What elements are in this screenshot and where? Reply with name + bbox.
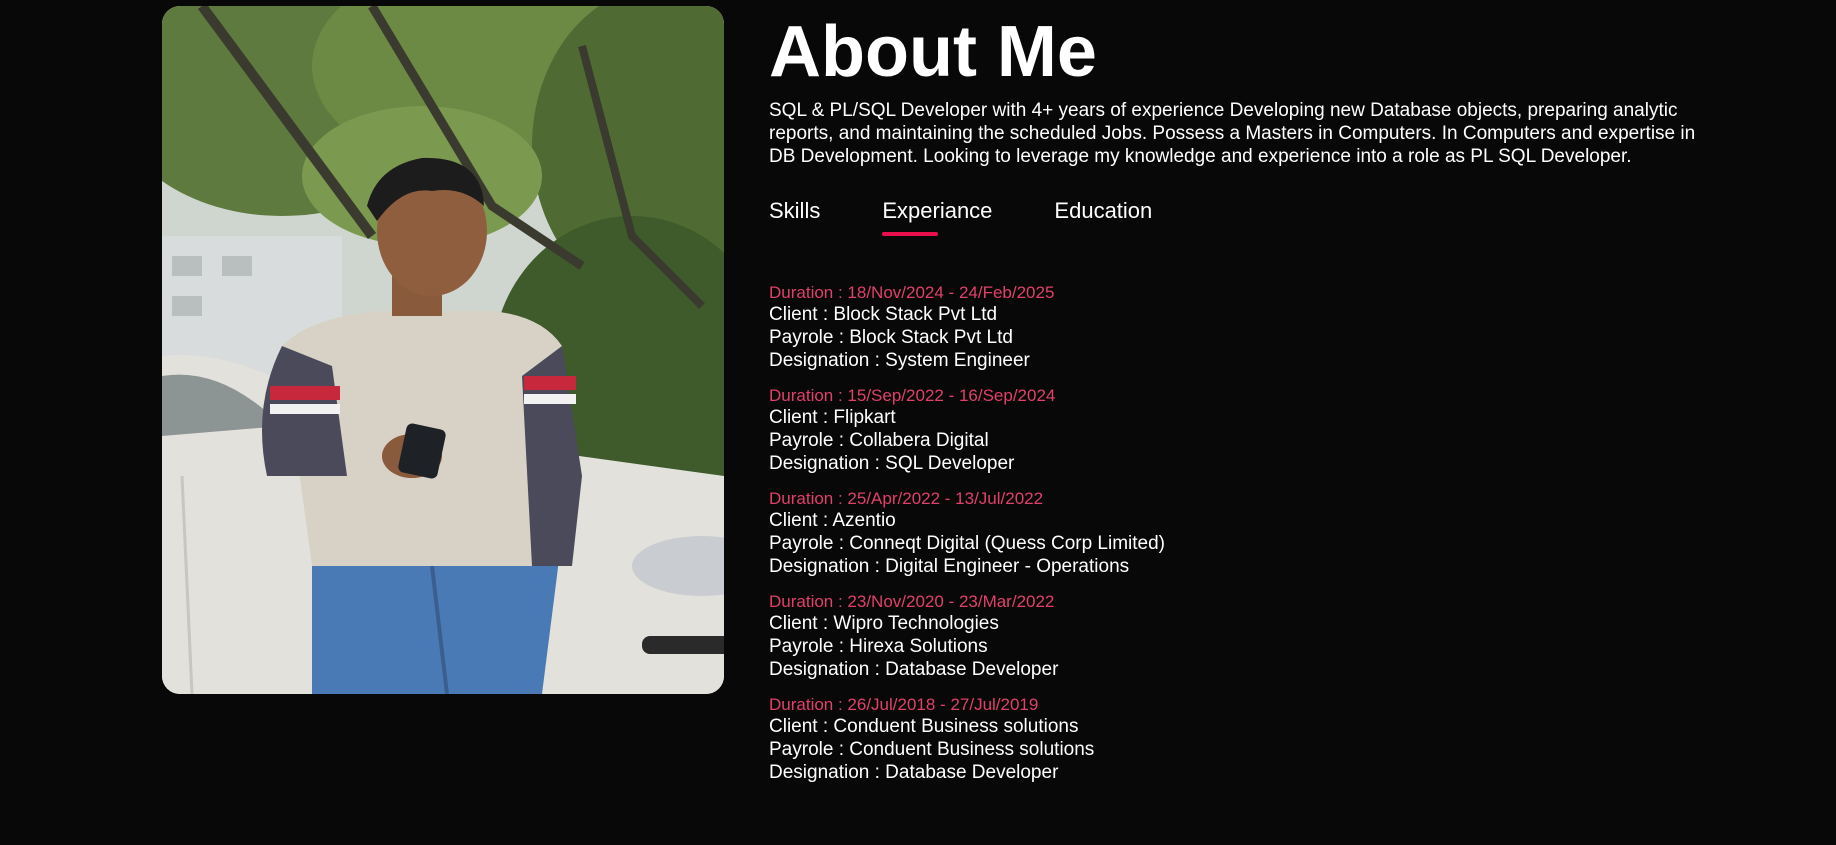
experience-duration: Duration : 18/Nov/2024 - 24/Feb/2025 bbox=[769, 283, 1055, 302]
experience-payrole: Payrole : Conduent Business solutions bbox=[769, 739, 1095, 760]
tab-experiance[interactable]: Experiance bbox=[882, 198, 992, 236]
tab-education[interactable]: Education bbox=[1054, 198, 1152, 234]
experience-item: Duration : 26/Jul/2018 - 27/Jul/2019 Cli… bbox=[769, 694, 1709, 784]
experience-designation: Designation : Digital Engineer - Operati… bbox=[769, 556, 1130, 577]
experience-client: Client : Conduent Business solutions bbox=[769, 716, 1079, 737]
experience-duration: Duration : 23/Nov/2020 - 23/Mar/2022 bbox=[769, 592, 1055, 611]
experience-duration: Duration : 15/Sep/2022 - 16/Sep/2024 bbox=[769, 386, 1056, 405]
experience-duration: Duration : 25/Apr/2022 - 13/Jul/2022 bbox=[769, 489, 1044, 508]
tab-skills[interactable]: Skills bbox=[769, 198, 820, 234]
experience-client: Client : Azentio bbox=[769, 510, 896, 531]
experience-designation: Designation : System Engineer bbox=[769, 350, 1030, 371]
experience-payrole: Payrole : Conneqt Digital (Quess Corp Li… bbox=[769, 533, 1166, 554]
experience-designation: Designation : SQL Developer bbox=[769, 453, 1015, 474]
tab-bar: Skills Experiance Education bbox=[769, 198, 1709, 236]
experience-item: Duration : 23/Nov/2020 - 23/Mar/2022 Cli… bbox=[769, 591, 1709, 681]
page-title: About Me bbox=[769, 12, 1097, 92]
experience-client: Client : Wipro Technologies bbox=[769, 613, 999, 634]
experience-client: Client : Block Stack Pvt Ltd bbox=[769, 304, 998, 325]
experience-duration: Duration : 26/Jul/2018 - 27/Jul/2019 bbox=[769, 695, 1039, 714]
experience-item: Duration : 15/Sep/2022 - 16/Sep/2024 Cli… bbox=[769, 385, 1709, 475]
experience-payrole: Payrole : Hirexa Solutions bbox=[769, 636, 988, 657]
about-content: About Me SQL & PL/SQL Developer with 4+ … bbox=[769, 0, 1709, 797]
experience-designation: Designation : Database Developer bbox=[769, 659, 1059, 680]
experience-item: Duration : 18/Nov/2024 - 24/Feb/2025 Cli… bbox=[769, 282, 1709, 372]
about-section: About Me SQL & PL/SQL Developer with 4+ … bbox=[0, 0, 1836, 845]
experience-designation: Designation : Database Developer bbox=[769, 762, 1059, 783]
profile-photo bbox=[162, 6, 724, 694]
experience-item: Duration : 25/Apr/2022 - 13/Jul/2022 Cli… bbox=[769, 488, 1709, 578]
experience-payrole: Payrole : Block Stack Pvt Ltd bbox=[769, 327, 1013, 348]
profile-photo-illustration bbox=[162, 6, 724, 694]
experience-payrole: Payrole : Collabera Digital bbox=[769, 430, 989, 451]
experience-client: Client : Flipkart bbox=[769, 407, 896, 428]
experience-list: Duration : 18/Nov/2024 - 24/Feb/2025 Cli… bbox=[769, 282, 1709, 784]
about-description: SQL & PL/SQL Developer with 4+ years of … bbox=[769, 100, 1696, 167]
